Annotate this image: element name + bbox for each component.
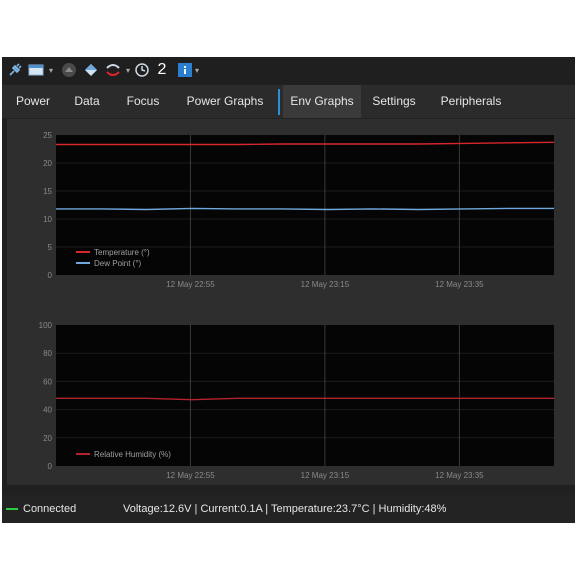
connection-indicator-icon <box>6 508 18 510</box>
tab-env-graphs[interactable]: Env Graphs <box>283 85 361 118</box>
app-window: ▾ ▾ 2 ▾ Power Data Focus Power Graphs En… <box>2 57 575 523</box>
chart-1-ytick-label: 10 <box>43 215 52 224</box>
chart-2-xtick-label: 12 May 23:15 <box>301 471 350 480</box>
window-icon[interactable] <box>27 61 45 79</box>
chart-1-xtick-label: 12 May 23:35 <box>435 280 484 289</box>
chart-1-ytick-label: 0 <box>48 271 53 280</box>
chart-2-ytick-label: 60 <box>43 377 52 386</box>
status-bar: Connected Voltage:12.6V | Current:0.1A |… <box>2 495 575 523</box>
chart-2-xtick-label: 12 May 23:35 <box>435 471 484 480</box>
sensor-readout: Voltage:12.6V | Current:0.1A | Temperatu… <box>123 503 447 515</box>
tab-bar: Power Data Focus Power Graphs Env Graphs… <box>2 85 575 118</box>
chart-1-xtick-label: 12 May 22:55 <box>166 280 215 289</box>
toolbar: ▾ ▾ 2 ▾ <box>2 57 575 84</box>
tab-divider <box>278 89 280 115</box>
dropdown-arrow-icon[interactable]: ▾ <box>47 61 55 79</box>
chart-1-ytick-label: 5 <box>48 243 53 252</box>
chart-2-ytick-label: 40 <box>43 406 52 415</box>
chart-2-legend-label-1: Relative Humidity (%) <box>94 450 171 459</box>
chart-2-ytick-label: 80 <box>43 349 52 358</box>
clock-icon[interactable] <box>134 61 150 79</box>
chart-1-ytick-label: 25 <box>43 131 52 140</box>
tab-data[interactable]: Data <box>68 85 106 118</box>
tab-power[interactable]: Power <box>10 85 56 118</box>
tab-power-graphs[interactable]: Power Graphs <box>180 85 270 118</box>
chart-2-ytick-label: 100 <box>39 321 53 330</box>
tab-settings[interactable]: Settings <box>366 85 422 118</box>
chart-2-plot-area <box>56 325 554 466</box>
dropdown-arrow-icon-3[interactable]: ▾ <box>193 61 201 79</box>
tab-peripherals[interactable]: Peripherals <box>434 85 508 118</box>
chart-2-ytick-label: 20 <box>43 434 52 443</box>
chart-1-legend-label-2: Dew Point (°) <box>94 259 142 268</box>
plug-icon[interactable] <box>7 61 23 79</box>
dropdown-arrow-icon-2[interactable]: ▾ <box>124 61 132 79</box>
chart-1-ytick-label: 15 <box>43 187 52 196</box>
env-graphs-canvas: 25 20 15 10 5 0 12 May 22:55 12 May 23:15 12 May… <box>39 131 555 480</box>
diamond-icon[interactable] <box>83 61 99 79</box>
info-icon[interactable] <box>177 61 193 79</box>
tab-focus[interactable]: Focus <box>120 85 166 118</box>
chart-2-ytick-label: 0 <box>48 462 53 471</box>
connection-status: Connected <box>23 503 77 515</box>
chart-1-xtick-label: 12 May 23:15 <box>301 280 350 289</box>
graphs-panel: 25 20 15 10 5 0 12 May 22:55 12 May 23:15 12 May… <box>7 119 575 485</box>
chart-2-xtick-label: 12 May 22:55 <box>166 471 215 480</box>
chart-1-ytick-label: 20 <box>43 159 52 168</box>
eject-icon[interactable] <box>60 61 78 79</box>
chart-1-legend-label-1: Temperature (°) <box>94 248 150 257</box>
arrows-icon[interactable] <box>104 61 122 79</box>
counter-value: 2 <box>157 61 167 78</box>
